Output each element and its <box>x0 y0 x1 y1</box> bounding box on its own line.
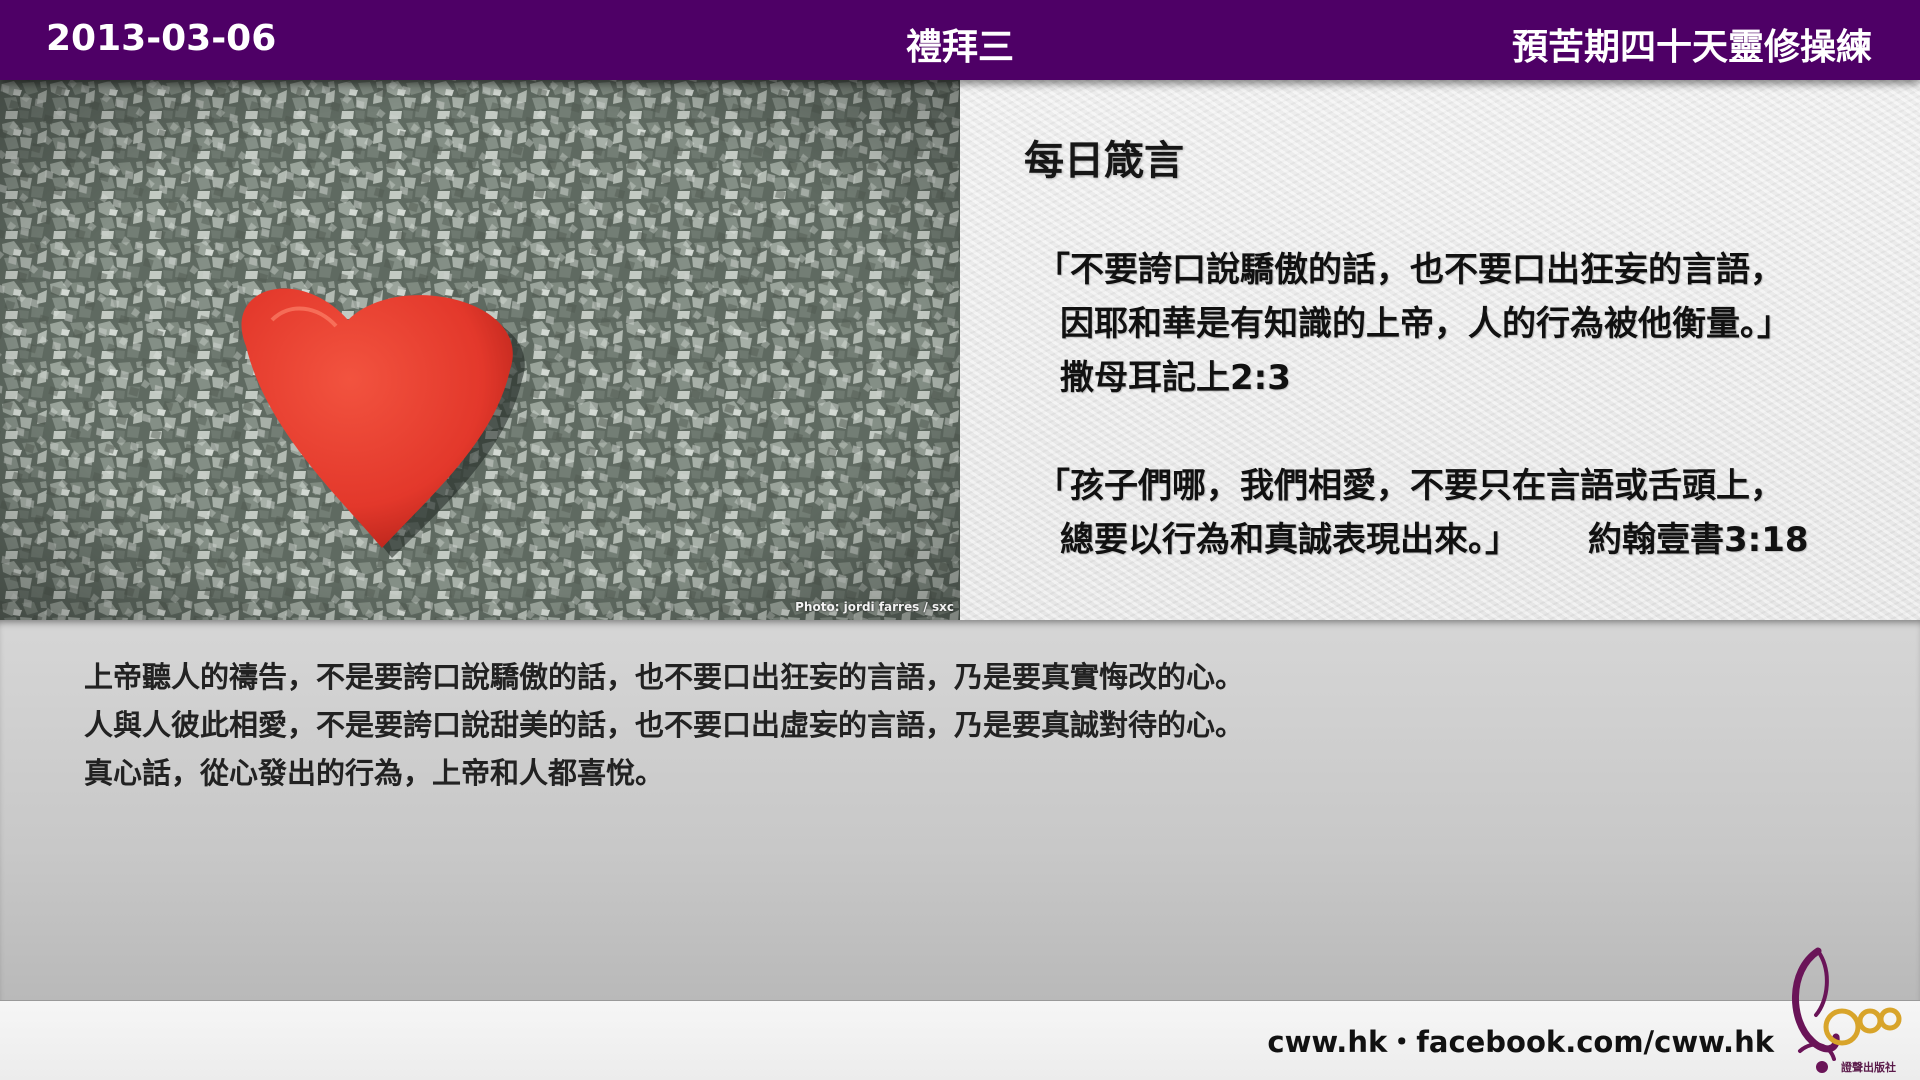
verse2-line1: 「孩子們哪，我們相愛，不要只在言語或舌頭上， <box>1036 466 1784 506</box>
heart-on-stones-photo: Photo: jordi farres / sxc <box>0 80 960 620</box>
verse2-reference: 約翰壹書3:18 <box>1588 520 1809 560</box>
verse1-line2: 因耶和華是有知識的上帝，人的行為被他衡量。」 <box>1060 304 1791 344</box>
header-bar: 2013-03-06 禮拜三 預苦期四十天靈修操練 <box>0 0 1920 80</box>
reflection-line-3: 真心話，從心發出的行為，上帝和人都喜悅。 <box>84 756 665 790</box>
slide: 2013-03-06 禮拜三 預苦期四十天靈修操練 Photo: jordi f… <box>0 0 1920 1080</box>
reflection-area: 上帝聽人的禱告，不是要誇口說驕傲的話，也不要口出狂妄的言語，乃是要真實悔改的心。… <box>0 620 1920 1000</box>
series-title: 預苦期四十天靈修操練 <box>1511 27 1872 68</box>
footer-links[interactable]: cww.hk・facebook.com/cww.hk <box>1267 1019 1774 1061</box>
verse2-line2: 總要以行為和真誠表現出來。」 <box>1060 520 1519 560</box>
reflection-line-1: 上帝聽人的禱告，不是要誇口說驕傲的話，也不要口出狂妄的言語，乃是要真實悔改的心。 <box>84 660 1245 694</box>
publisher-name: 證聲出版社 <box>1841 1061 1896 1074</box>
daily-proverb-panel: 每日箴言 「不要誇口說驕傲的話，也不要口出狂妄的言語， 因耶和華是有知識的上帝，… <box>960 80 1920 620</box>
verse1-line1: 「不要誇口說驕傲的話，也不要口出狂妄的言語， <box>1036 250 1784 290</box>
photo-credit: Photo: jordi farres / sxc <box>795 600 954 614</box>
reflection-line-2: 人與人彼此相愛，不是要誇口說甜美的話，也不要口出虛妄的言語，乃是要真誠對待的心。 <box>84 708 1245 742</box>
panel-title: 每日箴言 <box>1024 138 1184 184</box>
footer-bar: cww.hk・facebook.com/cww.hk 證聲出版社 <box>0 947 1920 1080</box>
verse1-reference: 撒母耳記上2:3 <box>1060 358 1291 398</box>
